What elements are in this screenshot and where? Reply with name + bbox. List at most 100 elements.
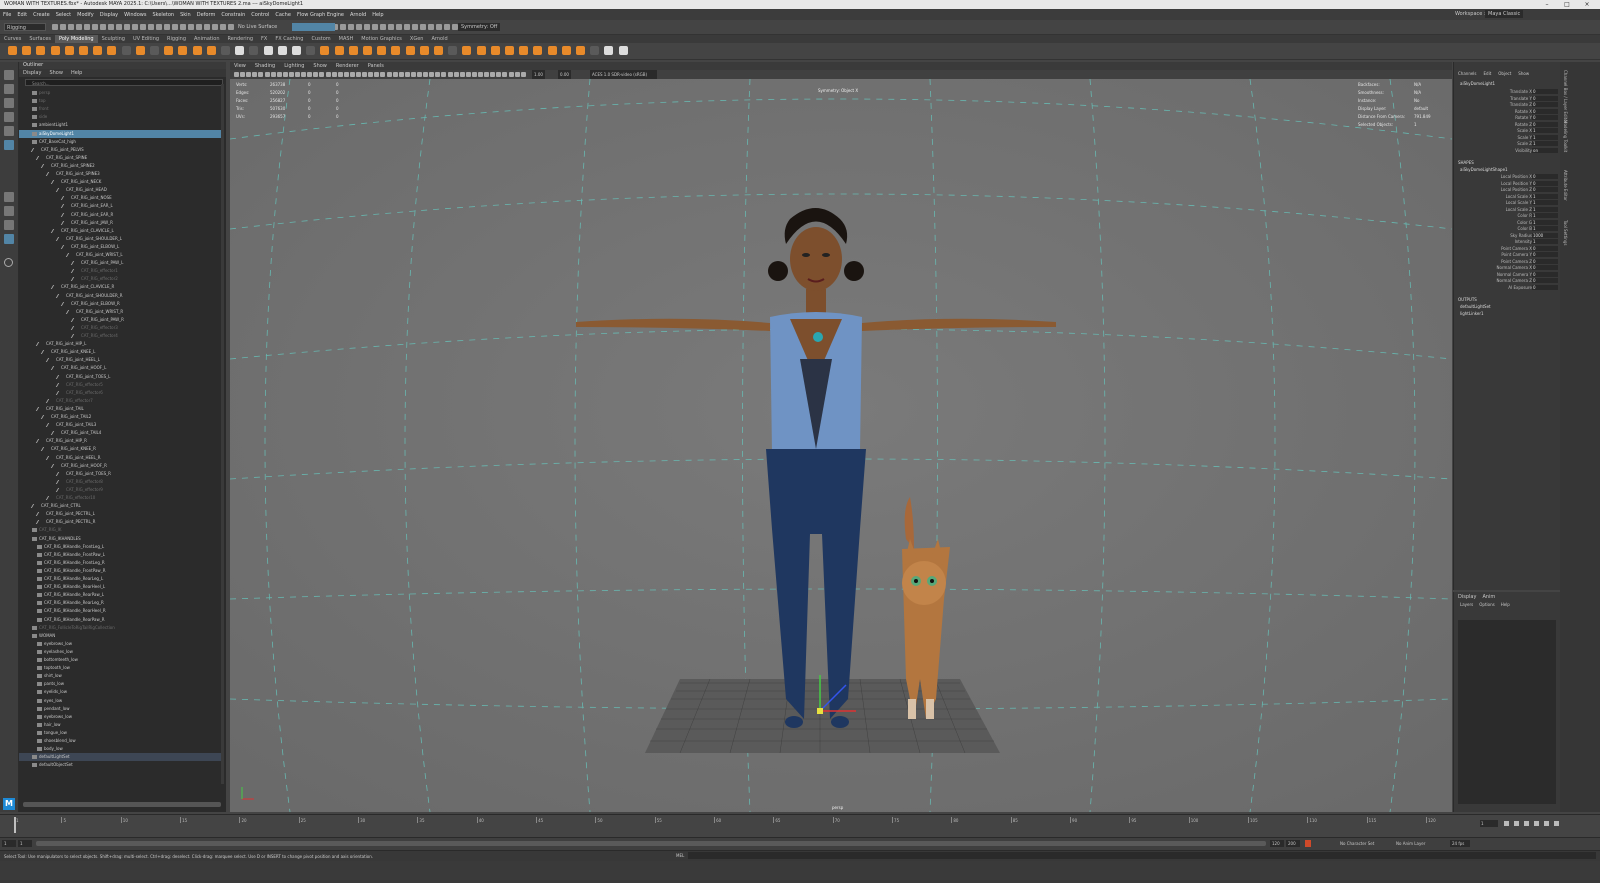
viewport-canvas[interactable]: Verts: 263738 0 0 Edges: 520202 0 0 Faces: 256827… — [230, 79, 1452, 812]
viewport-tool-icon[interactable] — [453, 72, 459, 77]
colorspace-dropdown[interactable]: ACES 1.0 SDR-video (sRGB) — [590, 70, 658, 79]
channel-attr-field[interactable]: 0 — [1532, 89, 1558, 94]
outliner-item[interactable]: CAT_BaseCat_high — [19, 138, 221, 146]
outliner-item[interactable]: persp — [19, 89, 221, 97]
channel-attr-field[interactable]: 0 — [1532, 252, 1558, 257]
shelf-tab-surfaces[interactable]: Surfaces — [25, 35, 55, 43]
shelf-tool-icon[interactable] — [348, 46, 358, 55]
channel-attr-field[interactable]: 1 — [1532, 128, 1558, 133]
shelf-tool-icon[interactable] — [434, 46, 443, 55]
outliner-item[interactable]: CAT_RIG_joint_CTRL — [19, 502, 221, 510]
exposure-field[interactable]: 0.00 — [558, 70, 571, 79]
channel-box-menu-object[interactable]: Object — [1498, 71, 1511, 76]
viewport-tool-icon[interactable] — [319, 72, 325, 77]
close-icon[interactable]: × — [1580, 0, 1594, 9]
viewport-tool-icon[interactable] — [386, 72, 392, 77]
outliner-menu-help[interactable]: Help — [71, 70, 82, 76]
shelf-tab-custom[interactable]: Custom — [307, 35, 334, 43]
side-tab[interactable]: Channel Box / Layer Editor — [1562, 70, 1568, 123]
layer-editor-menu-options[interactable]: Options — [1479, 602, 1494, 607]
outliner-item[interactable]: CAT_RIG_IKHandle_RearHeel_L — [19, 583, 221, 591]
channel-attr-field[interactable]: 0 — [1532, 271, 1558, 277]
viewport-tool-icon[interactable] — [459, 72, 465, 77]
shelf-tool-icon[interactable] — [505, 46, 514, 55]
viewport-tool-icon[interactable] — [252, 72, 258, 77]
outliner-item[interactable]: CAT_RIG_joint_KNEE_L — [19, 348, 221, 356]
maximize-icon[interactable]: □ — [1560, 0, 1574, 9]
channel-attr-field[interactable]: 1 — [1532, 206, 1558, 212]
outliner-item[interactable]: body_low — [19, 745, 221, 753]
status-tool-icon[interactable] — [388, 24, 394, 30]
outliner-item[interactable]: CAT_RIG_joint_CLAVICLE_L — [19, 227, 221, 235]
outliner-item[interactable]: CAT_RIG_IKHandle_FrontLeg_L — [19, 543, 221, 551]
status-tool-icon[interactable] — [364, 24, 370, 30]
outliner-item[interactable]: CAT_RIG_joint_PAW_R — [19, 316, 221, 324]
viewport-tool-icon[interactable] — [368, 72, 374, 77]
side-tab[interactable]: Attribute Editor — [1562, 170, 1568, 201]
channel-attr-label[interactable]: Normal Camera X — [1497, 265, 1532, 271]
character-set-dropdown[interactable]: No Character Set — [1340, 840, 1374, 847]
status-tool-icon[interactable] — [132, 24, 138, 30]
channel-attr-field[interactable]: 0 — [1532, 115, 1558, 120]
status-tool-icon[interactable] — [92, 24, 98, 30]
outliner-item[interactable]: CAT_RIG_joint_HOOF_L — [19, 364, 221, 372]
shelf-tab-rendering[interactable]: Rendering — [224, 35, 258, 43]
outliner-item[interactable]: CAT_RIG_effector3 — [19, 324, 221, 332]
status-tool-icon[interactable] — [188, 24, 194, 30]
outliner-item[interactable]: WOMAN — [19, 632, 221, 640]
outliner-item[interactable]: CAT_RIG_joint_SPINE3 — [19, 170, 221, 178]
viewport-tool-icon[interactable] — [484, 72, 490, 77]
viewport-tool-icon[interactable] — [508, 72, 514, 77]
outliner-item[interactable]: CAT_RIG_joint_WRIST_L — [19, 251, 221, 259]
channel-attr-field[interactable]: 1 — [1532, 226, 1558, 231]
outliner-item[interactable]: side — [19, 113, 221, 121]
status-tool-icon[interactable] — [100, 24, 106, 30]
outliner-item[interactable]: pendant_low — [19, 705, 221, 713]
status-tool-icon[interactable] — [140, 24, 146, 30]
outliner-item[interactable]: CAT_RIG_IKHandle_FrontLeg_R — [19, 559, 221, 567]
lasso-tool-icon[interactable] — [4, 84, 14, 94]
shelf-tool-icon[interactable] — [107, 46, 117, 55]
current-frame-marker[interactable] — [14, 817, 16, 833]
viewport-menu-view[interactable]: View — [234, 63, 246, 69]
status-tool-icon[interactable] — [196, 24, 202, 30]
viewport-tool-icon[interactable] — [337, 72, 343, 77]
channel-attr-label[interactable]: Local Position X — [1501, 174, 1532, 180]
shelf-tool-icon[interactable] — [277, 46, 287, 55]
single-view-icon[interactable] — [4, 192, 14, 202]
outliner-item[interactable]: CAT_RIG_joint_SPINE2 — [19, 162, 221, 170]
start-time-field[interactable]: 1 — [2, 840, 16, 847]
shelf-tool-icon[interactable] — [561, 46, 571, 55]
outliner-menu-show[interactable]: Show — [49, 70, 63, 76]
outliner-item[interactable]: CAT_RIG_joint_NOSE — [19, 194, 221, 202]
status-tool-icon[interactable] — [412, 24, 418, 30]
play-back-icon[interactable] — [1524, 821, 1529, 826]
gamma-field[interactable]: 1.00 — [532, 70, 545, 79]
outliner-item[interactable]: shirt_low — [19, 672, 221, 680]
viewport-tool-icon[interactable] — [356, 72, 361, 77]
go-to-start-icon[interactable] — [1504, 821, 1509, 826]
current-frame-field[interactable]: 1 — [1480, 820, 1498, 827]
outliner-item[interactable]: CAT_RIG_joint_KNEE_R — [19, 445, 221, 453]
viewport-tool-icon[interactable] — [404, 72, 410, 77]
channel-box-object[interactable]: aiSkyDomeLight1 — [1460, 81, 1495, 86]
viewport-tool-icon[interactable] — [301, 72, 307, 77]
shelf-tool-icon[interactable] — [590, 46, 600, 55]
outliner-item[interactable]: CAT_RIG_effector2 — [19, 275, 221, 283]
viewport-tool-icon[interactable] — [496, 72, 502, 77]
outliner-item[interactable]: CAT_RIG_joint_HEAD — [19, 186, 221, 194]
shelf-tool-icon[interactable] — [249, 46, 259, 55]
shelf-tab-uv-editing[interactable]: UV Editing — [129, 35, 163, 43]
outliner-item[interactable]: CAT_RIG_joint_PAW_L — [19, 259, 221, 267]
shelf-tool-icon[interactable] — [263, 46, 273, 55]
shelf-tool-icon[interactable] — [121, 46, 131, 55]
outliner-item[interactable]: CAT_RIG_effector4 — [19, 332, 221, 340]
outliner-item[interactable]: CAT_RIG_joint_EAR_R — [19, 211, 221, 219]
status-tool-icon[interactable] — [212, 24, 218, 30]
channel-attr-label[interactable]: Normal Camera Y — [1497, 272, 1532, 278]
outliner-menu-display[interactable]: Display — [23, 70, 41, 76]
minimize-icon[interactable]: – — [1540, 0, 1554, 9]
channel-attr-label[interactable]: Scale Z — [1517, 141, 1532, 147]
status-tool-icon[interactable] — [148, 24, 154, 30]
outliner-item[interactable]: front — [19, 105, 221, 113]
